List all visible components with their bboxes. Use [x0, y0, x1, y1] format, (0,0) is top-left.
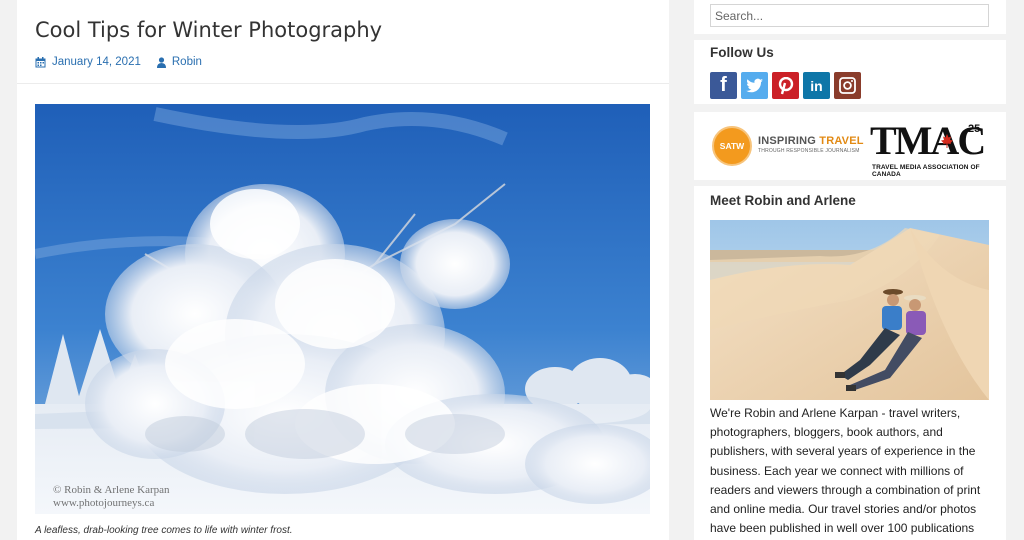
photo-caption: A leafless, drab-looking tree comes to l…	[35, 525, 293, 536]
follow-widget: Follow Us f in	[694, 40, 1006, 104]
meet-title: Meet Robin and Arlene	[710, 193, 856, 208]
article: Cool Tips for Winter Photography January…	[17, 0, 669, 540]
satw-wordmark: INSPIRING TRAVEL THROUGH RESPONSIBLE JOU…	[758, 136, 864, 156]
post-author: Robin	[171, 56, 202, 68]
linkedin-icon[interactable]: in	[803, 72, 830, 99]
tmac-25: 25	[968, 123, 981, 135]
post-date-link[interactable]: January 14, 2021	[35, 56, 141, 68]
satw-badge: SATW	[712, 126, 752, 166]
instagram-icon[interactable]	[834, 72, 861, 99]
affiliations-widget: SATW INSPIRING TRAVEL THROUGH RESPONSIBL…	[694, 112, 1006, 180]
post-date: January 14, 2021	[52, 56, 141, 68]
pinterest-icon[interactable]	[772, 72, 799, 99]
post-header: Cool Tips for Winter Photography January…	[17, 0, 669, 84]
tmac-logo[interactable]: TMAC 25 TRAVEL MEDIA ASSOCIATION OF CANA…	[870, 120, 990, 179]
post-title: Cool Tips for Winter Photography	[35, 18, 383, 42]
robin-arlene-photo	[710, 220, 989, 400]
calendar-icon	[35, 56, 46, 68]
post-author-link[interactable]: Robin	[156, 56, 202, 68]
watermark-line-1: © Robin & Arlene Karpan	[53, 484, 170, 496]
user-icon	[156, 56, 166, 68]
winter-tree-photo: © Robin & Arlene Karpan www.photojourney…	[35, 104, 650, 514]
facebook-icon[interactable]: f	[710, 72, 737, 99]
tmac-tagline: TRAVEL MEDIA ASSOCIATION OF CANADA	[872, 164, 980, 178]
search-widget	[694, 0, 1006, 34]
twitter-icon[interactable]	[741, 72, 768, 99]
satw-tagline: THROUGH RESPONSIBLE JOURNALISM	[758, 148, 860, 154]
photo-watermark: © Robin & Arlene Karpan www.photojourney…	[53, 484, 170, 510]
bio-text: We're Robin and Arlene Karpan - travel w…	[710, 406, 981, 536]
meet-widget: Meet Robin and Arlene We're Robin and Ar…	[694, 186, 1006, 540]
post-meta: January 14, 2021 Robin	[35, 56, 651, 68]
watermark-line-2: www.photojourneys.ca	[53, 497, 155, 509]
satw-logo[interactable]: SATW INSPIRING TRAVEL THROUGH RESPONSIBL…	[712, 126, 864, 166]
search-input[interactable]	[710, 4, 989, 27]
satw-main-text: INSPIRING TRAVEL	[758, 136, 864, 147]
follow-title: Follow Us	[710, 45, 774, 60]
social-links: f in	[710, 72, 861, 99]
maple-leaf-icon	[941, 134, 953, 148]
